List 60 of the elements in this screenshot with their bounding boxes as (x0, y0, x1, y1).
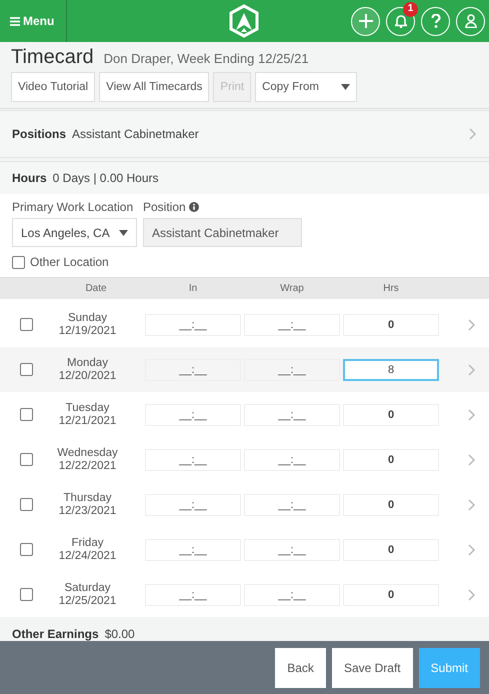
hours-label: Hours (12, 171, 47, 185)
other-earnings-label: Other Earnings (12, 627, 99, 641)
hours-field[interactable]: 0 (343, 314, 439, 336)
hours-field[interactable]: 8 (343, 358, 439, 380)
time-wrap-field[interactable]: __:__ (244, 538, 340, 560)
field-label: Primary Work Location (12, 200, 134, 214)
time-in-field[interactable]: __:__ (145, 358, 241, 380)
toolbar-button[interactable]: Video Tutorial (11, 72, 96, 102)
hours-field[interactable]: 0 (343, 538, 439, 560)
hours-field[interactable]: 0 (343, 584, 439, 606)
footer-button[interactable]: Back (275, 648, 326, 688)
copy-from-dropdown[interactable]: Copy From (255, 72, 358, 102)
column-header: Hrs (382, 283, 400, 294)
hours-summary: 0 Days | 0.00 Hours (52, 171, 159, 185)
position-field: Assistant Cabinetmaker (143, 218, 302, 247)
day-date: 12/22/2021 (58, 460, 116, 472)
day-name: Sunday (68, 312, 107, 324)
column-header: In (188, 283, 198, 294)
notification-badge: 1 (403, 2, 418, 16)
day-name: Saturday (64, 582, 111, 594)
hours-field[interactable]: 0 (343, 448, 439, 470)
footer-button[interactable]: Save Draft (332, 648, 413, 688)
time-in-field[interactable]: __:__ (145, 494, 241, 516)
day-name: Tuesday (66, 402, 110, 414)
time-in-field[interactable]: __:__ (145, 584, 241, 606)
time-wrap-field[interactable]: __:__ (244, 404, 340, 426)
day-name: Thursday (64, 492, 112, 504)
time-wrap-field[interactable]: __:__ (244, 584, 340, 606)
day-date: 12/21/2021 (58, 414, 116, 428)
time-in-field[interactable]: __:__ (145, 448, 241, 470)
field-label: Position (143, 200, 186, 214)
column-header: Date (84, 283, 108, 294)
page-title: Timecard (11, 46, 94, 69)
day-name: Friday (72, 536, 104, 550)
time-wrap-field[interactable]: __:__ (244, 494, 340, 516)
time-wrap-field[interactable]: __:__ (244, 448, 340, 470)
hours-field[interactable]: 0 (343, 494, 439, 516)
positions-label: Positions (12, 127, 66, 141)
day-row[interactable]: Monday 12/20/2021 __:__ __:__ 8 (0, 347, 489, 392)
page-subtitle: Don Draper, Week Ending 12/25/21 (104, 51, 309, 66)
day-date: 12/25/2021 (58, 594, 116, 608)
positions-value: Assistant Cabinetmaker (72, 127, 199, 141)
time-wrap-field[interactable]: __:__ (244, 314, 340, 336)
positions-panel[interactable]: Positions Assistant Cabinetmaker (0, 110, 489, 158)
column-header: Wrap (279, 283, 305, 294)
day-date: 12/19/2021 (58, 324, 116, 338)
time-wrap-field[interactable]: __:__ (244, 358, 340, 380)
time-in-field[interactable]: __:__ (145, 404, 241, 426)
location-select[interactable]: Los Angeles, CA (12, 218, 137, 247)
day-name: Monday (67, 356, 108, 370)
other-earnings-value: $0.00 (104, 627, 135, 641)
toolbar-button[interactable]: View All Timecards (99, 72, 210, 102)
day-date: 12/20/2021 (58, 370, 116, 382)
hours-field[interactable]: 0 (343, 404, 439, 426)
day-date: 12/23/2021 (58, 504, 116, 518)
time-in-field[interactable]: __:__ (145, 314, 241, 336)
time-in-field[interactable]: __:__ (145, 538, 241, 560)
day-date: 12/24/2021 (58, 550, 116, 562)
day-name: Wednesday (57, 446, 118, 460)
checkbox-label: Other Location (30, 255, 109, 269)
